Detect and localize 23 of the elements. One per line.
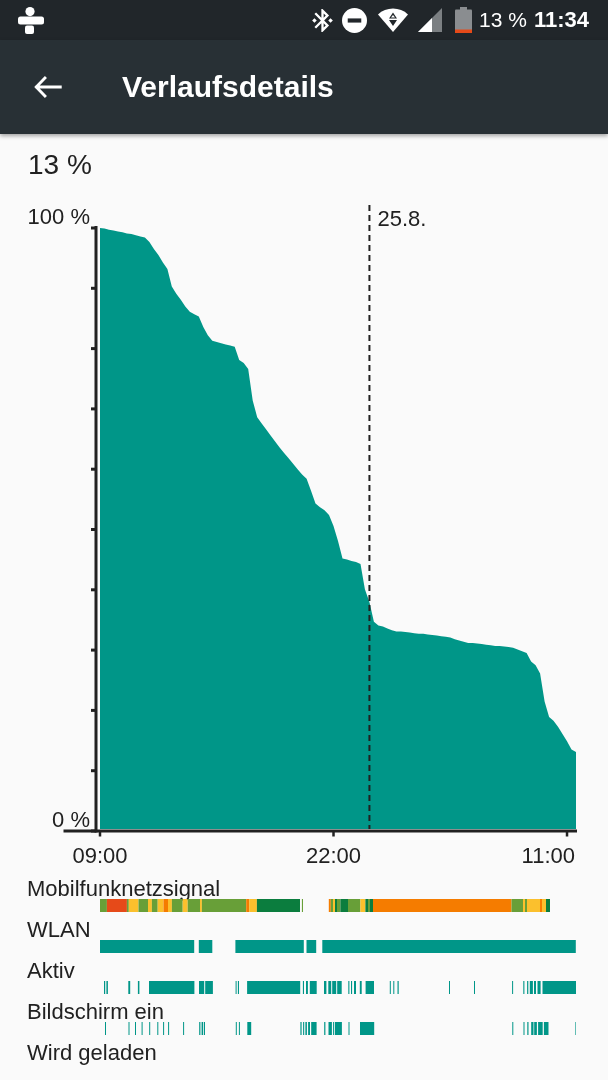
x-axis-label: 09:00	[72, 843, 128, 868]
cell-signal-icon	[418, 8, 443, 32]
x-axis-label: 11:00	[521, 843, 575, 868]
timeline-label: Aktiv	[27, 961, 75, 981]
x-axis-label: 22:00	[306, 843, 362, 868]
back-button[interactable]	[34, 76, 62, 98]
y-axis-label: 100 %	[27, 204, 90, 229]
battery-percentage-text: 13 %	[479, 8, 527, 32]
wifi-icon	[378, 8, 409, 32]
bluetooth-icon	[312, 8, 334, 32]
do-not-disturb-icon	[342, 7, 368, 33]
y-axis-label: 0 %	[52, 807, 90, 832]
screen-title: Verlaufsdetails	[122, 69, 334, 105]
clock-time: 11:34	[533, 8, 589, 32]
battery-icon	[455, 7, 473, 33]
battery-charge-text: 13 %	[28, 148, 92, 182]
app-logo-icon	[18, 6, 44, 34]
timeline-label: Bildschirm ein	[27, 1002, 164, 1022]
timeline-label: Wird geladen	[27, 1043, 157, 1063]
date-label: 25.8.	[377, 206, 427, 231]
timeline-label: Mobilfunknetzsignal	[27, 879, 221, 899]
timeline-label: WLAN	[27, 920, 91, 940]
back-arrow-icon	[34, 76, 62, 98]
